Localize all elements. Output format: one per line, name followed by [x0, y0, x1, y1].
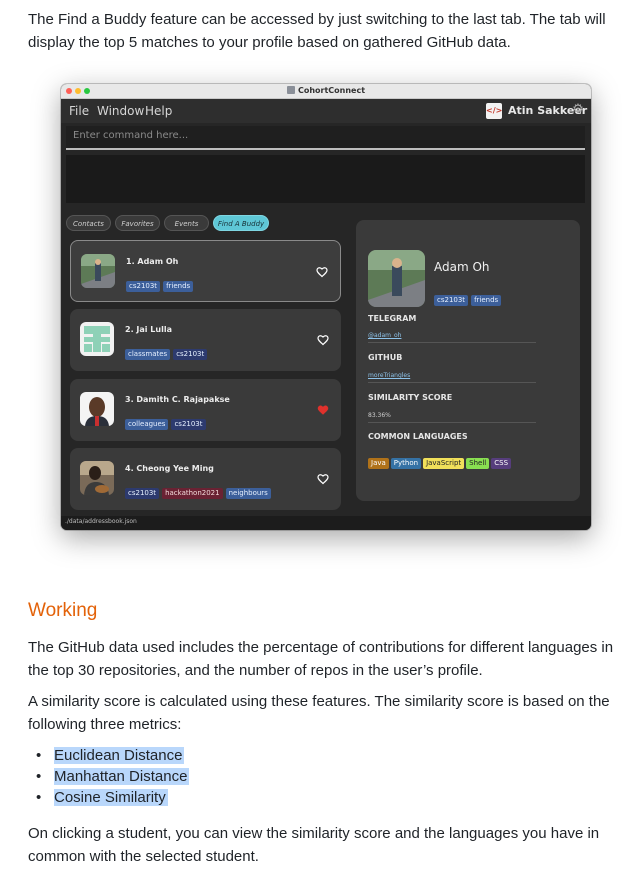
app-icon: [286, 86, 295, 94]
github-link[interactable]: moreTriangles: [368, 372, 410, 379]
tag: friends: [471, 295, 502, 306]
paragraph-clicking: On clicking a student, you can view the …: [28, 825, 600, 865]
app-window-screenshot: CohortConnect File Window Help </> Atin …: [61, 84, 591, 530]
command-input[interactable]: Enter command here...: [66, 126, 585, 150]
avatar: [80, 461, 114, 495]
paragraph-similarity: A similarity score is calculated using t…: [28, 693, 610, 733]
buddy-card-4[interactable]: 4. Cheong Yee Ming cs2103t hackathon2021 n…: [70, 448, 341, 510]
heart-outline-icon[interactable]: [317, 473, 329, 485]
list-item: Cosine Similarity: [34, 787, 189, 808]
metric-link[interactable]: Cosine Similarity: [54, 789, 168, 806]
menu-window[interactable]: Window: [97, 104, 144, 118]
settings-gear-icon[interactable]: ⚙: [571, 103, 585, 117]
menu-help[interactable]: Help: [145, 104, 172, 118]
detail-avatar: [368, 250, 425, 307]
tab-events[interactable]: Events: [164, 215, 209, 231]
paragraph-data-used: The GitHub data used includes the percen…: [28, 639, 614, 679]
heart-filled-icon[interactable]: [317, 404, 329, 416]
language-tag: Java: [368, 458, 389, 469]
buddy-card-3[interactable]: 3. Damith C. Rajapakse colleagues cs2103t: [70, 379, 341, 441]
title-bar: CohortConnect: [61, 84, 591, 99]
language-tag: Shell: [466, 458, 490, 469]
detail-panel: Adam Oh cs2103t friends TELEGRAM @adam_oh…: [356, 220, 580, 501]
tag: neighbours: [225, 488, 271, 499]
common-languages-label: COMMON LANGUAGES: [368, 432, 468, 441]
menu-file[interactable]: File: [69, 104, 89, 118]
card-name: 4. Cheong Yee Ming: [125, 464, 214, 473]
section-title: Working: [28, 600, 98, 621]
tag: cs2103t: [126, 281, 161, 292]
tag: cs2103t: [173, 349, 208, 360]
tag: classmates: [125, 349, 171, 360]
telegram-link[interactable]: @adam_oh: [368, 332, 401, 339]
github-label: GITHUB: [368, 353, 403, 362]
similarity-value: 83.36%: [368, 412, 391, 419]
divider: [368, 342, 536, 343]
divider: [368, 422, 536, 423]
avatar: [80, 322, 114, 356]
metrics-list: Euclidean Distance Manhattan Distance Co…: [34, 745, 190, 808]
card-name: 3. Damith C. Rajapakse: [125, 395, 230, 404]
tag: colleagues: [125, 419, 169, 430]
tag: cs2103t: [125, 488, 160, 499]
window-title: CohortConnect: [297, 86, 366, 95]
tab-find-a-buddy[interactable]: Find A Buddy: [213, 215, 269, 231]
buddy-card-2[interactable]: 2. Jai Lulla classmates cs2103t: [70, 309, 341, 371]
metric-link[interactable]: Manhattan Distance: [54, 768, 190, 785]
menu-bar: File Window Help </> Atin Sakkeer ⚙: [61, 99, 591, 123]
user-logo-icon: </>: [486, 103, 502, 119]
language-tag: JavaScript: [423, 458, 465, 469]
language-tag: CSS: [491, 458, 512, 469]
divider: [368, 382, 536, 383]
language-list: Java Python JavaScript Shell CSS: [368, 450, 513, 469]
heart-outline-icon[interactable]: [316, 266, 328, 278]
detail-name: Adam Oh: [434, 260, 490, 274]
buddy-card-1[interactable]: 1. Adam Oh cs2103t friends: [70, 240, 341, 302]
metric-link[interactable]: Euclidean Distance: [54, 747, 185, 764]
status-path: ./data/addressbook.json: [65, 518, 137, 525]
avatar: [81, 254, 115, 288]
list-item: Euclidean Distance: [34, 745, 189, 766]
tag: friends: [163, 281, 194, 292]
card-name: 2. Jai Lulla: [125, 325, 172, 334]
result-display: [66, 155, 585, 203]
tab-contacts[interactable]: Contacts: [66, 215, 111, 231]
similarity-label: SIMILARITY SCORE: [368, 393, 453, 402]
language-tag: Python: [390, 458, 422, 469]
telegram-label: TELEGRAM: [368, 314, 417, 323]
card-name: 1. Adam Oh: [126, 257, 179, 266]
tag: cs2103t: [434, 295, 469, 306]
list-item: Manhattan Distance: [34, 766, 190, 787]
tab-favorites[interactable]: Favorites: [115, 215, 160, 231]
heart-outline-icon[interactable]: [317, 334, 329, 346]
status-bar: ./data/addressbook.json: [61, 516, 591, 530]
intro-paragraph: The Find a Buddy feature can be accessed…: [28, 11, 606, 51]
tag: hackathon2021: [162, 488, 223, 499]
tag: cs2103t: [171, 419, 206, 430]
avatar: [80, 392, 114, 426]
command-placeholder: Enter command here...: [73, 130, 189, 141]
